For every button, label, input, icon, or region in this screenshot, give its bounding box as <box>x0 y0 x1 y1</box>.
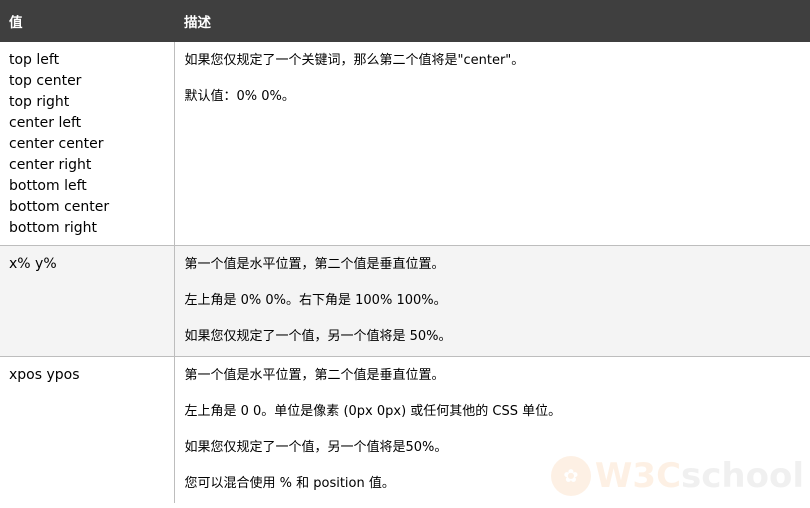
value-item: bottom left <box>9 178 87 194</box>
value-cell: x% y% <box>0 245 174 357</box>
description-paragraph: 左上角是 0 0。单位是像素 (0px 0px) 或任何其他的 CSS 单位。 <box>184 404 562 419</box>
table-header-row: 值 描述 <box>0 0 810 42</box>
header-value: 值 <box>0 0 174 42</box>
description-paragraph: 如果您仅规定了一个值，另一个值将是 50%。 <box>184 329 452 344</box>
value-item: top center <box>9 73 82 89</box>
value-item: top left <box>9 52 60 68</box>
watermark-text: W3Cschool <box>594 456 804 496</box>
table-row: top left top center top right center lef… <box>0 42 810 246</box>
description-paragraph: 默认值：0% 0%。 <box>184 89 295 104</box>
w3cschool-watermark: ✿ W3Cschool <box>550 456 804 496</box>
table-row: x% y% 第一个值是水平位置，第二个值是垂直位置。 左上角是 0% 0%。右下… <box>0 245 810 357</box>
value-item: x% y% <box>9 256 57 272</box>
value-item: center right <box>9 157 92 173</box>
value-item: top right <box>9 94 70 110</box>
description-cell: 如果您仅规定了一个关键词，那么第二个值将是"center"。 默认值：0% 0%… <box>173 42 810 246</box>
w3cschool-logo-icon: ✿ <box>550 456 591 496</box>
value-item: bottom right <box>9 220 97 236</box>
value-cell: xpos ypos <box>0 357 174 504</box>
description-paragraph: 左上角是 0% 0%。右下角是 100% 100%。 <box>184 293 447 308</box>
description-paragraph: 如果您仅规定了一个关键词，那么第二个值将是"center"。 <box>184 53 525 68</box>
description-paragraph: 第一个值是水平位置，第二个值是垂直位置。 <box>184 368 445 383</box>
value-item: bottom center <box>9 199 110 215</box>
value-item: xpos ypos <box>9 367 80 383</box>
description-paragraph: 第一个值是水平位置，第二个值是垂直位置。 <box>184 257 445 272</box>
value-item: center left <box>9 115 82 131</box>
description-paragraph: 如果您仅规定了一个值，另一个值将是50%。 <box>184 440 448 455</box>
header-description: 描述 <box>174 0 810 42</box>
property-values-table: 值 描述 top left top center top right cente… <box>0 0 810 503</box>
value-cell: top left top center top right center lef… <box>0 42 174 246</box>
value-item: center center <box>9 136 104 152</box>
description-cell: 第一个值是水平位置，第二个值是垂直位置。 左上角是 0% 0%。右下角是 100… <box>173 245 810 357</box>
